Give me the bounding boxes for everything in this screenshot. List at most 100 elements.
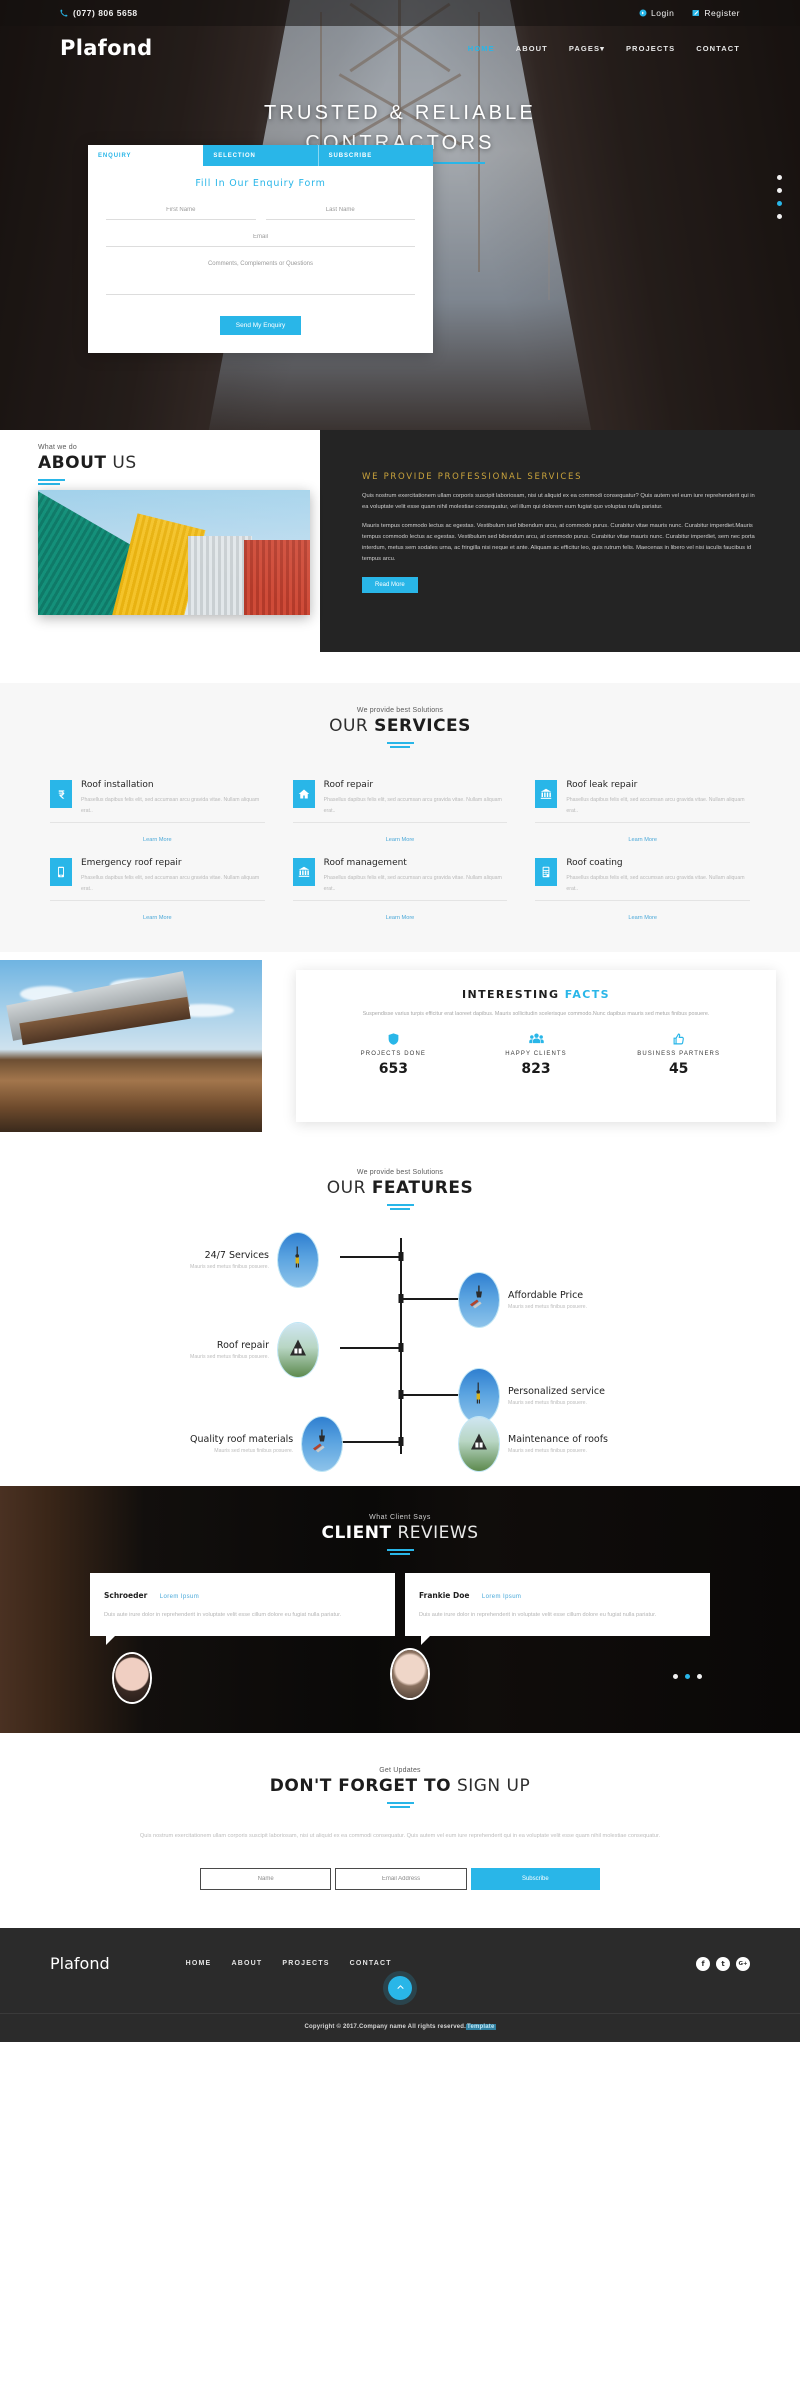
last-name-input[interactable]	[265, 201, 415, 220]
about-kicker: What we do	[38, 444, 77, 451]
review-body: Duis aute irure dolor in reprehenderit i…	[419, 1612, 657, 1619]
site-logo[interactable]: Plafond	[60, 36, 152, 60]
service-body: Phasellus dapibus felis elit, sed accums…	[323, 797, 502, 814]
register-link[interactable]: Register	[692, 8, 740, 18]
footer-logo[interactable]: Plafond	[50, 1954, 110, 1973]
service-learn-more-link[interactable]: Learn More	[143, 837, 172, 843]
service-card-text: Roof coating Phasellus dapibus felis eli…	[566, 858, 750, 894]
auth-links: Login Register	[639, 8, 740, 18]
login-link[interactable]: Login	[639, 8, 674, 18]
phone-icon	[60, 9, 68, 17]
service-learn-more-link[interactable]: Learn More	[628, 915, 657, 921]
feature-text: Roof repair Mauris sed metus finibus pos…	[190, 1340, 269, 1360]
stat-value: 823	[521, 1061, 551, 1078]
scroll-to-top-button[interactable]	[388, 1976, 412, 2001]
features-title-underline	[386, 1204, 414, 1211]
about-image	[38, 490, 310, 615]
footer-nav-about[interactable]: ABOUT	[231, 1960, 262, 1967]
bank-icon	[292, 858, 315, 887]
nav-item-home[interactable]: HOME	[468, 44, 495, 53]
email-input[interactable]	[106, 228, 415, 247]
nav-item-contact[interactable]: CONTACT	[696, 44, 740, 53]
feature-sub: Mauris sed metus finibus posuere.	[190, 1264, 270, 1271]
twitter-icon[interactable]: t	[716, 1956, 730, 1971]
comments-textarea[interactable]	[106, 255, 415, 295]
tab-selection[interactable]: SELECTION	[203, 145, 319, 166]
users-icon	[465, 1032, 608, 1046]
service-card-top: Roof coating Phasellus dapibus felis eli…	[535, 846, 750, 900]
login-label: Login	[651, 8, 675, 18]
footer-nav-home[interactable]: HOME	[186, 1960, 212, 1967]
tab-subscribe[interactable]: SUBSCRIBE	[318, 145, 433, 166]
reviews-slider-dots	[673, 1673, 702, 1679]
service-card: Roof leak repair Phasellus dapibus felis…	[535, 768, 750, 846]
reviews-title-bold: CLIENT	[321, 1523, 392, 1544]
hero-slider-dot[interactable]	[777, 175, 782, 180]
reviews-title-underline	[386, 1549, 414, 1556]
feature-title: Roof repair	[216, 1340, 270, 1352]
footer-nav-contact[interactable]: CONTACT	[350, 1960, 392, 1967]
hero-slider-dot[interactable]	[777, 188, 782, 193]
facts-paragraph: Suspendisse varius turpis efficitur erat…	[362, 1011, 710, 1018]
feature-sub: Mauris sed metus finibus posuere.	[190, 1354, 270, 1361]
subscribe-button[interactable]: Subscribe	[470, 1868, 600, 1891]
hero-heading-line-1: TRUSTED & RELIABLE	[263, 102, 537, 124]
reviews-kicker: What Client Says	[369, 1514, 431, 1522]
feature-sub: Mauris sed metus finibus posuere.	[214, 1448, 294, 1455]
services-title-underline	[386, 742, 414, 748]
enquiry-form-heading: Fill In Our Enquiry Form	[195, 178, 326, 189]
tab-enquiry[interactable]: ENQUIRY	[88, 145, 204, 166]
service-body: Phasellus dapibus felis elit, sed accums…	[566, 875, 745, 892]
hero-slider-dot[interactable]	[777, 214, 782, 219]
hero-section: (077) 806 5658 Login Register Plafond HO…	[0, 0, 800, 430]
service-title: Roof management	[323, 858, 407, 869]
reviews-slider-dot-active[interactable]	[685, 1673, 690, 1679]
facebook-icon[interactable]: f	[696, 1956, 710, 1971]
nav-item-about[interactable]: ABOUT	[516, 44, 548, 53]
hero-slider-dot-active[interactable]	[777, 201, 782, 206]
service-title: Roof repair	[323, 780, 374, 790]
feature-title: Maintenance of roofs	[508, 1434, 608, 1446]
copyright-text: Copyright © 2017.Company name All rights…	[304, 2024, 467, 2031]
nav-item-projects[interactable]: PROJECTS	[626, 44, 675, 53]
send-enquiry-button[interactable]: Send My Enquiry	[219, 316, 302, 335]
chevron-down-icon: ▾	[600, 43, 605, 53]
service-learn-more-link[interactable]: Learn More	[143, 915, 172, 921]
enquiry-email-row	[106, 228, 415, 247]
about-text-block: WE PROVIDE PROFESSIONAL SERVICES Quis no…	[362, 472, 762, 593]
service-card: Roof coating Phasellus dapibus felis eli…	[535, 846, 750, 924]
hero-slider-dots	[777, 175, 782, 219]
reviews-avatars	[90, 1647, 710, 1708]
footer-nav-projects[interactable]: PROJECTS	[282, 1960, 329, 1967]
service-learn-more-link[interactable]: Learn More	[386, 837, 415, 843]
feature-item-left: Quality roof materials Mauris sed metus …	[190, 1416, 344, 1473]
copyright-credit[interactable]: Template	[466, 2024, 496, 2031]
feature-sub: Mauris sed metus finibus posuere.	[508, 1448, 588, 1455]
first-name-input[interactable]	[106, 201, 256, 220]
services-heading-block: We provide best Solutions OUR SERVICES	[0, 707, 800, 748]
service-learn-more-link[interactable]: Learn More	[628, 837, 657, 843]
facts-image	[0, 960, 262, 1133]
enquiry-card: ENQUIRY SELECTION SUBSCRIBE Fill In Our …	[88, 145, 433, 353]
thumbs-up-icon	[607, 1032, 750, 1046]
service-title: Roof leak repair	[566, 780, 638, 790]
service-learn-more-link[interactable]: Learn More	[386, 915, 415, 921]
phone-number: (077) 806 5658	[73, 8, 138, 18]
reviews-slider-dot[interactable]	[673, 1673, 678, 1679]
about-read-more-button[interactable]: Read More	[362, 576, 418, 593]
lamp-icon	[458, 1272, 500, 1329]
google-plus-icon[interactable]: G+	[736, 1956, 750, 1971]
signup-title-light: SIGN UP	[456, 1776, 531, 1797]
service-card: Roof management Phasellus dapibus felis …	[292, 846, 508, 924]
stat-projects-done: PROJECTS DONE 653	[322, 1032, 465, 1077]
nav-links: HOME ABOUT PAGES▾ PROJECTS CONTACT	[468, 44, 740, 53]
nav-item-pages[interactable]: PAGES▾	[569, 44, 605, 53]
service-card-text: Roof repair Phasellus dapibus felis elit…	[324, 780, 508, 816]
feature-title: 24/7 Services	[204, 1250, 270, 1262]
service-body: Phasellus dapibus felis elit, sed accums…	[323, 875, 502, 892]
about-title-underline	[38, 479, 65, 485]
home-icon	[292, 780, 315, 808]
signup-email-input[interactable]	[335, 1868, 467, 1891]
signup-name-input[interactable]	[200, 1868, 332, 1891]
reviews-slider-dot[interactable]	[697, 1673, 702, 1679]
